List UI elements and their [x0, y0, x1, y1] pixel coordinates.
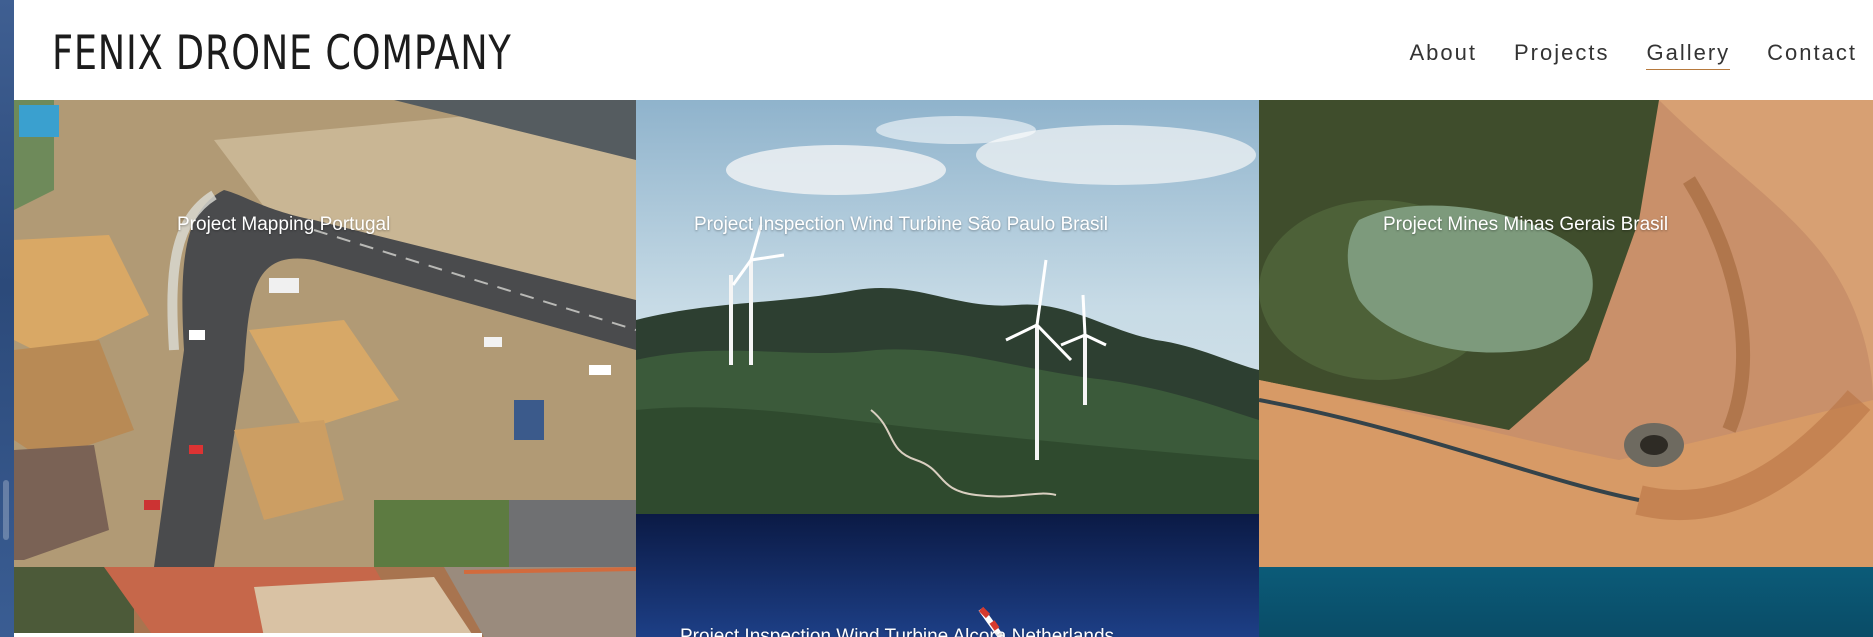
wind-turbines-mountains-photo	[636, 100, 1259, 514]
gallery-tile-mines-minas-gerais[interactable]: Project Mines Minas Gerais Brasil	[1259, 100, 1873, 567]
tile-caption: Project Inspection Wind Turbine Alcora N…	[680, 626, 1115, 637]
main-nav: About Projects Gallery Contact	[1373, 40, 1858, 70]
nav-contact[interactable]: Contact	[1767, 40, 1857, 70]
wind-turbine-night-sky-photo	[636, 514, 1259, 637]
aerial-red-earth-quarry-photo	[14, 567, 636, 637]
browser-left-edge	[0, 0, 14, 637]
nav-about[interactable]: About	[1410, 40, 1478, 70]
nav-projects[interactable]: Projects	[1514, 40, 1609, 70]
aerial-suburban-construction-photo	[14, 100, 636, 567]
site-logo[interactable]: FENIX DRONE COMPANY	[52, 26, 512, 81]
aerial-mine-lake-photo	[1259, 100, 1873, 567]
tile-caption: Project Mines Minas Gerais Brasil	[1383, 214, 1669, 235]
gallery-tile-red-earth-quarry[interactable]	[14, 567, 636, 637]
gallery-tile-wind-turbine-sao-paulo[interactable]: Project Inspection Wind Turbine São Paul…	[636, 100, 1259, 514]
gallery-tile-mapping-portugal[interactable]: Project Mapping Portugal	[14, 100, 636, 567]
gallery-tile-teal-water[interactable]	[1259, 567, 1873, 637]
tile-caption: Project Mapping Portugal	[177, 214, 391, 235]
nav-gallery[interactable]: Gallery	[1646, 40, 1731, 70]
tile-caption: Project Inspection Wind Turbine São Paul…	[694, 214, 1108, 235]
site-header: FENIX DRONE COMPANY About Projects Galle…	[14, 0, 1873, 100]
scroll-indicator-bar	[14, 633, 482, 637]
gallery-tile-wind-turbine-netherlands[interactable]: Project Inspection Wind Turbine Alcora N…	[636, 514, 1259, 637]
teal-water-photo	[1259, 567, 1873, 637]
